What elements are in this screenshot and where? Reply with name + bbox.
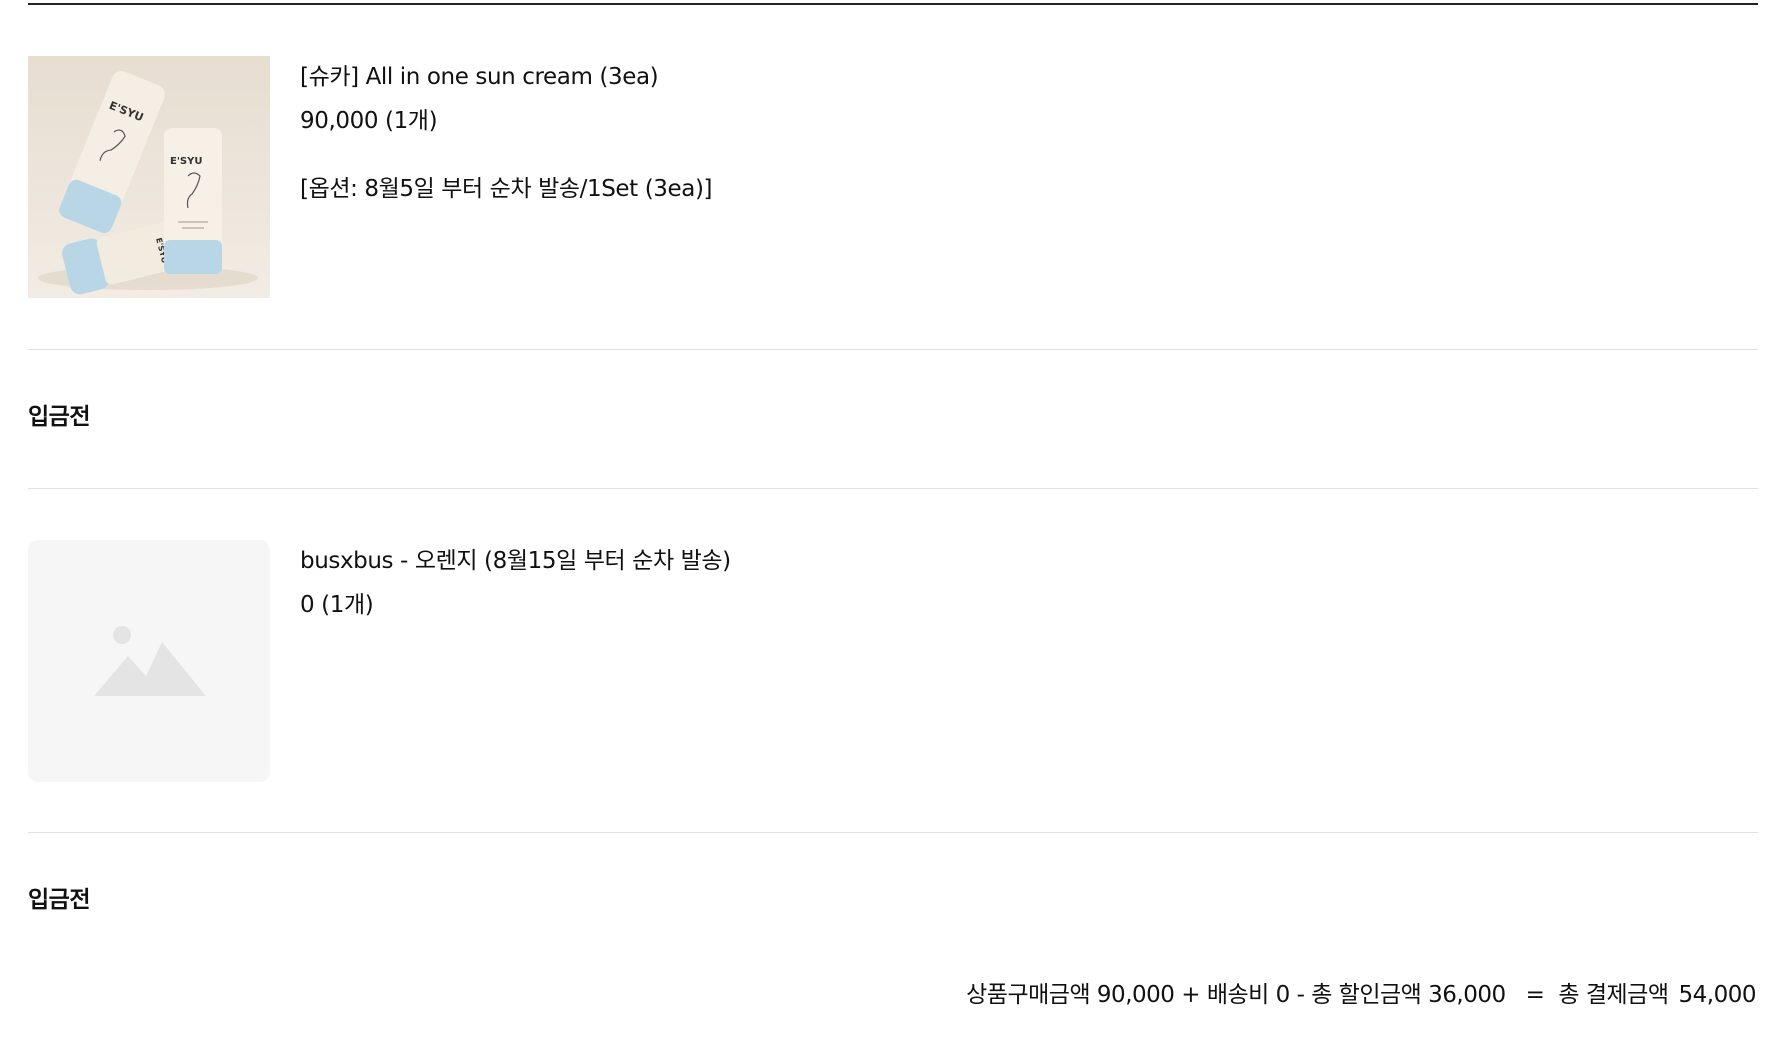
plus-sign: + <box>1181 982 1200 1008</box>
total-amount: 54,000 <box>1678 982 1757 1008</box>
equals-sign: = <box>1525 982 1545 1008</box>
product-name[interactable]: busxbus - 오렌지 (8월15일 부터 순차 발송) <box>300 546 1700 576</box>
order-item: E'SYU E'SYU E'SYU [슈카] All in one sun cr… <box>28 56 1758 298</box>
payment-summary: 상품구매금액 90,000 + 배송비 0 - 총 할인금액 36,000 = 총 … <box>966 980 1756 1010</box>
divider <box>28 488 1758 489</box>
total-label: 총 결제금액 <box>1558 982 1669 1008</box>
minus-sign: - <box>1296 982 1305 1008</box>
product-option: [옵션: 8월5일 부터 순차 발송/1Set (3ea)] <box>300 176 713 202</box>
product-info: [슈카] All in one sun cream (3ea) 90,000 (… <box>300 56 1700 204</box>
product-price-line: 90,000 (1개) <box>300 106 1700 136</box>
product-price: 90,000 <box>300 108 379 134</box>
product-info: busxbus - 오렌지 (8월15일 부터 순차 발송) 0 (1개) <box>300 540 1700 620</box>
order-status: 입금전 <box>28 404 90 430</box>
product-price: 0 <box>300 592 315 618</box>
product-total-amount: 90,000 <box>1096 982 1175 1008</box>
shipping-amount: 0 <box>1275 982 1291 1008</box>
product-name[interactable]: [슈카] All in one sun cream (3ea) <box>300 62 1700 92</box>
discount-amount: 36,000 <box>1428 982 1506 1008</box>
product-photo-sun-cream: E'SYU E'SYU E'SYU <box>28 56 270 298</box>
product-quantity: (1개) <box>321 592 374 618</box>
shipping-label: 배송비 <box>1206 982 1269 1008</box>
top-rule <box>28 3 1758 5</box>
product-total-label: 상품구매금액 <box>966 982 1091 1008</box>
product-quantity: (1개) <box>385 108 438 134</box>
order-status: 입금전 <box>28 887 90 913</box>
divider <box>28 349 1758 350</box>
product-price-line: 0 (1개) <box>300 590 1700 620</box>
image-placeholder-icon <box>94 626 206 696</box>
product-thumbnail[interactable]: E'SYU E'SYU E'SYU <box>28 56 270 298</box>
discount-label: 총 할인금액 <box>1311 982 1422 1008</box>
image-placeholder <box>28 540 270 782</box>
product-brand-mark-2: E'SYU <box>170 156 202 167</box>
order-item: busxbus - 오렌지 (8월15일 부터 순차 발송) 0 (1개) <box>28 540 1758 782</box>
product-thumbnail[interactable] <box>28 540 270 782</box>
divider <box>28 832 1758 833</box>
